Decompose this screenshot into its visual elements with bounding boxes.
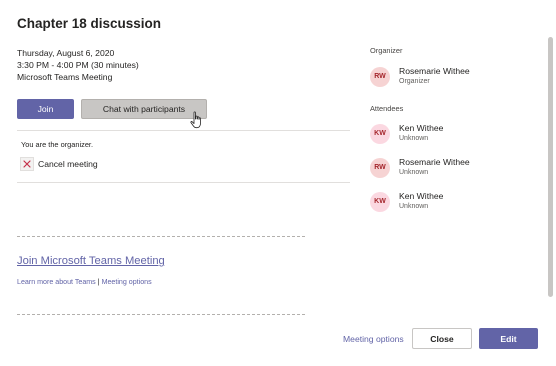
scrollbar[interactable]	[548, 37, 553, 297]
attendee-item: KW Ken Withee Unknown	[370, 191, 443, 212]
edit-button[interactable]: Edit	[479, 328, 538, 349]
organizer-person: RW Rosemarie Withee Organizer	[370, 66, 470, 87]
divider	[17, 182, 350, 183]
cancel-meeting-button[interactable]: Cancel meeting	[20, 157, 98, 171]
person-name: Ken Withee	[399, 191, 444, 201]
person-status: Unknown	[399, 169, 429, 176]
attendees-heading: Attendees	[370, 104, 404, 113]
cancel-meeting-label: Cancel meeting	[38, 159, 98, 169]
avatar: KW	[370, 191, 390, 212]
meeting-details: Thursday, August 6, 2020 3:30 PM - 4:00 …	[17, 47, 139, 83]
join-button[interactable]: Join	[17, 99, 74, 119]
dashed-divider	[17, 314, 305, 315]
person-status: Unknown	[399, 135, 429, 142]
person-name: Ken Withee	[399, 123, 444, 133]
attendee-item: KW Ken Withee Unknown	[370, 123, 443, 144]
attendee-item: RW Rosemarie Withee Unknown	[370, 157, 470, 178]
meeting-time: 3:30 PM - 4:00 PM (30 minutes)	[17, 60, 139, 70]
link-separator: |	[97, 278, 100, 286]
avatar: RW	[370, 157, 390, 178]
footer-meeting-options-link[interactable]: Meeting options	[343, 334, 404, 344]
organizer-heading: Organizer	[370, 46, 403, 55]
learn-more-link[interactable]: Learn more about Teams	[17, 278, 96, 286]
person-status: Unknown	[399, 203, 429, 210]
organizer-note: You are the organizer.	[21, 140, 94, 149]
meeting-date: Thursday, August 6, 2020	[17, 48, 115, 58]
meeting-location: Microsoft Teams Meeting	[17, 72, 113, 82]
meeting-title: Chapter 18 discussion	[17, 16, 162, 31]
learn-more-row: Learn more about Teams | Meeting options	[17, 278, 152, 286]
avatar: KW	[370, 123, 390, 144]
divider	[17, 130, 350, 131]
person-role: Organizer	[399, 78, 430, 85]
close-button[interactable]: Close	[412, 328, 472, 349]
join-teams-meeting-link[interactable]: Join Microsoft Teams Meeting	[17, 255, 165, 267]
close-x-icon	[20, 157, 34, 171]
meeting-options-link[interactable]: Meeting options	[102, 278, 152, 286]
person-name: Rosemarie Withee	[399, 157, 470, 167]
person-name: Rosemarie Withee	[399, 66, 470, 76]
dashed-divider	[17, 236, 305, 237]
chat-with-participants-button[interactable]: Chat with participants	[81, 99, 207, 119]
avatar: RW	[370, 66, 390, 87]
hand-cursor-icon	[190, 111, 201, 129]
